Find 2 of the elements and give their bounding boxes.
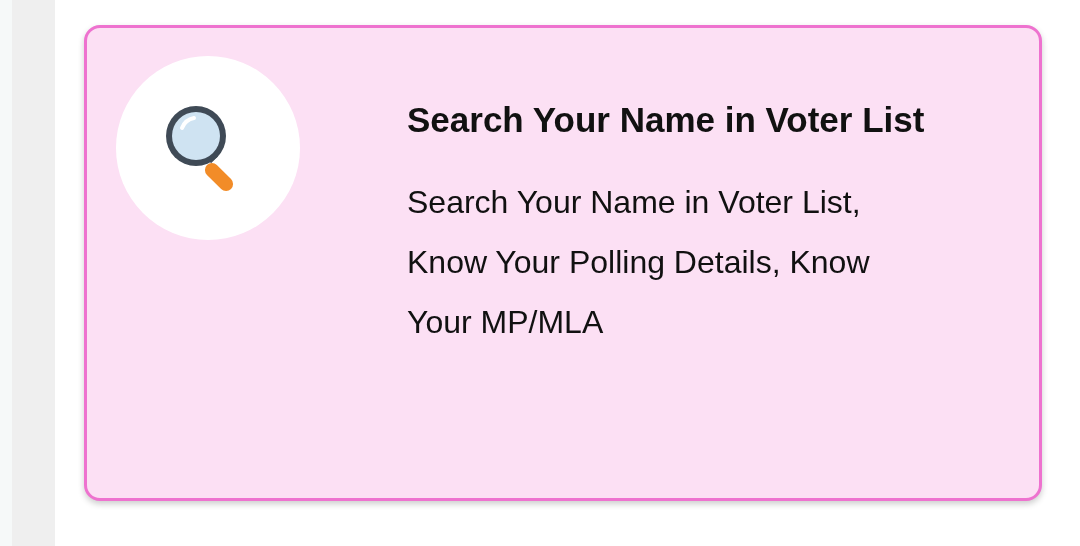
card-description: Search Your Name in Voter List, Know Your Polling Details, Know Your MP/MLA <box>407 183 871 342</box>
card-title: Search Your Name in Voter List <box>407 99 926 141</box>
